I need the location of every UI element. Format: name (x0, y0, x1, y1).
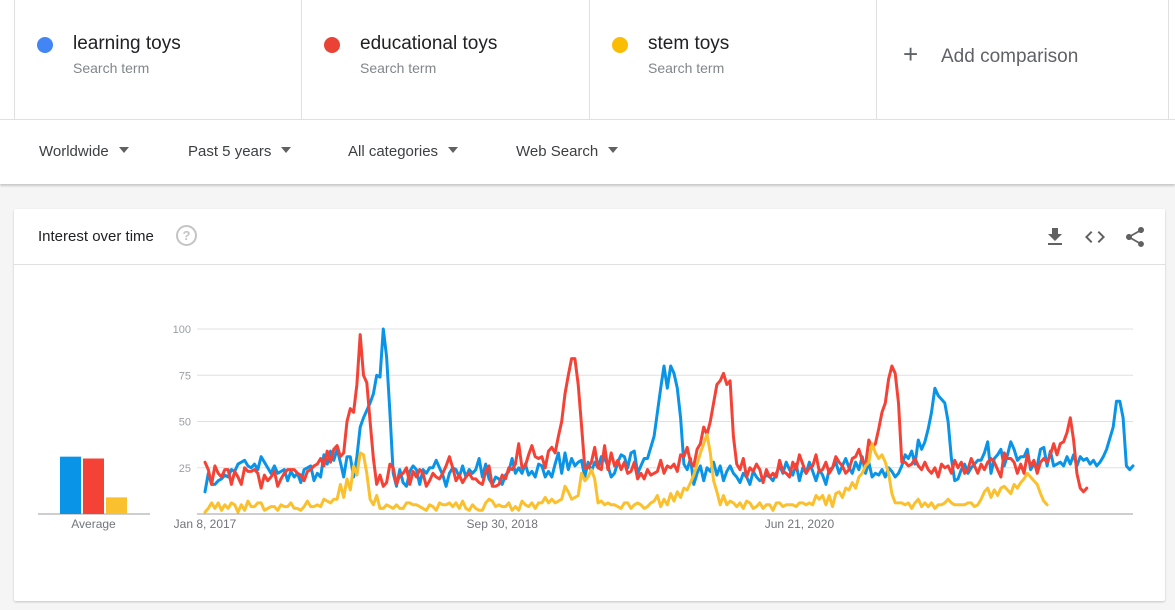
average-bar-educational-toys[interactable] (83, 458, 104, 515)
y-tick-label: 75 (179, 370, 191, 382)
search-terms-bar: learning toys Search term educational to… (0, 0, 1175, 120)
filter-bar: Worldwide Past 5 years All categories We… (0, 120, 1175, 184)
dropdown-caret-icon (118, 147, 129, 154)
series-color-dot-icon (37, 37, 53, 53)
average-label: Average (71, 517, 116, 531)
plus-icon: + (903, 39, 919, 69)
chart-series (203, 327, 1135, 514)
x-tick-label: Sep 30, 2018 (467, 517, 539, 531)
y-axis-ticks: 25 50 75 100 (173, 324, 191, 475)
average-bar-stem-toys[interactable] (106, 497, 127, 514)
search-type-filter-dropdown[interactable]: Web Search (516, 143, 619, 160)
dropdown-caret-icon (448, 147, 459, 154)
search-term-type: Search term (73, 60, 150, 76)
series-color-dot-icon (324, 37, 340, 53)
average-bar-chart: Average (38, 456, 150, 531)
filter-label: Worldwide (39, 143, 109, 160)
y-tick-label: 50 (179, 417, 191, 429)
dropdown-caret-icon (281, 147, 292, 154)
dropdown-caret-icon (608, 147, 619, 154)
search-term-card-educational-toys[interactable]: educational toys Search term (302, 0, 590, 119)
search-term-name: stem toys (648, 33, 730, 54)
filter-label: All categories (348, 143, 439, 160)
search-term-name: learning toys (73, 33, 181, 54)
x-tick-label: Jun 21, 2020 (765, 517, 835, 531)
search-term-type: Search term (360, 60, 437, 76)
average-bar-learning-toys[interactable] (60, 456, 81, 514)
category-filter-dropdown[interactable]: All categories (348, 143, 459, 160)
search-term-card-learning-toys[interactable]: learning toys Search term (14, 0, 302, 119)
search-term-card-stem-toys[interactable]: stem toys Search term (590, 0, 877, 119)
x-axis-ticks: Jan 8, 2017 Sep 30, 2018 Jun 21, 2020 (174, 517, 835, 531)
add-comparison-label: Add comparison (941, 46, 1079, 67)
x-tick-label: Jan 8, 2017 (174, 517, 237, 531)
add-comparison-button[interactable]: + Add comparison (877, 0, 1169, 119)
y-tick-label: 100 (173, 324, 191, 336)
filter-label: Past 5 years (188, 143, 272, 160)
y-tick-label: 25 (179, 463, 191, 475)
interest-over-time-card: Interest over time ? Average 25 50 75 100 J… (14, 209, 1165, 601)
location-filter-dropdown[interactable]: Worldwide (39, 143, 129, 160)
chart-gridlines (197, 328, 1133, 515)
search-term-type: Search term (648, 60, 725, 76)
search-term-name: educational toys (360, 33, 498, 54)
interest-over-time-chart[interactable]: Average 25 50 75 100 Jan 8, 2017 Sep 30, 201… (14, 209, 1165, 601)
series-color-dot-icon (612, 37, 628, 53)
time-range-filter-dropdown[interactable]: Past 5 years (188, 143, 292, 160)
filter-label: Web Search (516, 143, 599, 160)
